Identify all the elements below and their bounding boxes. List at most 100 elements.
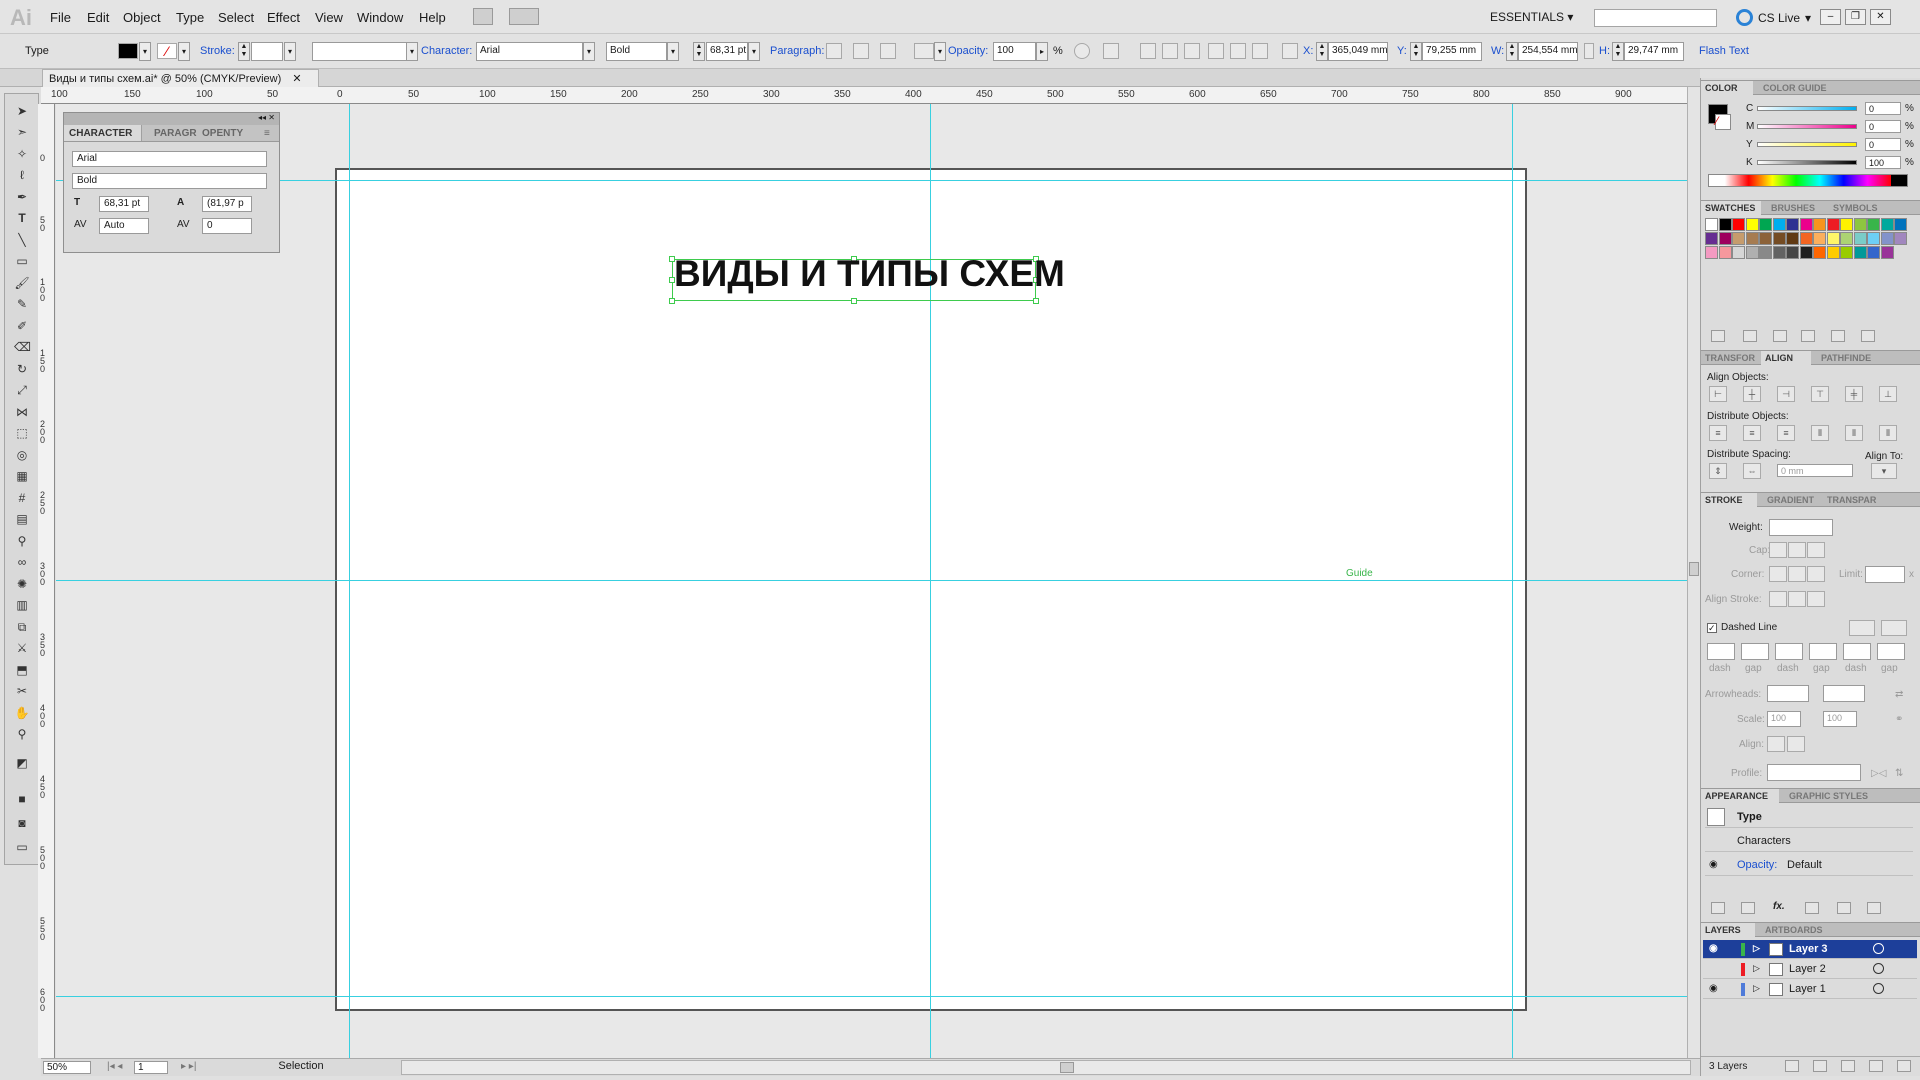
stroke-swatch[interactable]: ⁄ [1715, 114, 1731, 130]
document-tab[interactable]: Виды и типы схем.ai* @ 50% (CMYK/Preview… [42, 69, 319, 87]
tab-align[interactable]: ALIGN [1761, 351, 1811, 365]
panel-titlebar[interactable]: ◂◂ ✕ [64, 113, 279, 125]
color-swatch[interactable] [1826, 246, 1840, 259]
yellow-input[interactable]: 0 [1865, 138, 1901, 151]
layer-name[interactable]: Layer 2 [1789, 963, 1826, 975]
color-mode-icon[interactable]: ■ [14, 792, 30, 806]
color-swatch[interactable] [1880, 232, 1894, 245]
vertical-scrollbar[interactable] [1687, 87, 1700, 1058]
swatch-options-icon[interactable] [1773, 330, 1787, 342]
color-swatch[interactable] [1705, 218, 1718, 231]
start-arrowhead-select[interactable] [1767, 685, 1809, 702]
color-swatch[interactable] [1718, 232, 1732, 245]
target-circle-icon[interactable] [1873, 983, 1884, 994]
close-button[interactable]: ✕ [1870, 9, 1891, 25]
align-left-edges-icon[interactable] [1140, 43, 1156, 59]
color-swatch[interactable] [1732, 218, 1745, 231]
color-swatch[interactable] [1894, 232, 1907, 245]
column-graph-tool-icon[interactable]: ▥ [14, 598, 30, 612]
align-hcenter-icon[interactable]: ┼ [1743, 386, 1761, 402]
guide-vertical[interactable] [1512, 104, 1513, 1058]
cyan-slider[interactable] [1757, 106, 1857, 111]
tab-symbols[interactable]: SYMBOLS [1829, 201, 1882, 215]
distribute-right-icon[interactable]: ⫴ [1879, 425, 1897, 441]
color-swatch[interactable] [1813, 218, 1826, 231]
cs-live[interactable]: CS Live ▾ [1736, 9, 1811, 26]
free-transform-tool-icon[interactable]: ⬚ [14, 426, 30, 440]
weight-input[interactable] [1769, 519, 1833, 536]
align-center-icon[interactable] [853, 43, 869, 59]
restore-button[interactable]: ❐ [1845, 9, 1866, 25]
fill-color-swatch[interactable] [118, 43, 138, 59]
color-swatch[interactable] [1732, 232, 1745, 245]
color-swatch[interactable] [1853, 218, 1867, 231]
color-swatch[interactable] [1880, 218, 1894, 231]
gap-input[interactable] [1809, 643, 1837, 660]
delete-layer-icon[interactable] [1897, 1060, 1911, 1072]
color-swatch[interactable] [1799, 218, 1813, 231]
font-family-input[interactable]: Arial [476, 42, 583, 61]
add-new-effect-icon[interactable]: fx. [1773, 901, 1785, 912]
delete-item-icon[interactable] [1867, 902, 1881, 914]
make-clipping-mask-icon[interactable] [1813, 1060, 1827, 1072]
locate-object-icon[interactable] [1785, 1060, 1799, 1072]
miter-join-icon[interactable] [1769, 566, 1787, 582]
font-style-input[interactable]: Bold [606, 42, 667, 61]
document-setup-icon[interactable] [1103, 43, 1119, 59]
font-style-field[interactable]: Bold [72, 173, 267, 189]
layer-row[interactable]: ◉ ▷ Layer 3 [1703, 940, 1917, 959]
stroke-weight-input[interactable] [251, 42, 283, 61]
yellow-slider[interactable] [1757, 142, 1857, 147]
color-spectrum[interactable] [1708, 174, 1908, 187]
color-swatch[interactable] [1745, 218, 1759, 231]
clear-appearance-icon[interactable] [1805, 902, 1819, 914]
resize-handle[interactable] [1033, 298, 1039, 304]
lasso-tool-icon[interactable]: ℓ [14, 168, 30, 182]
rotate-tool-icon[interactable]: ↻ [14, 362, 30, 376]
visibility-eye-icon[interactable]: ◉ [1709, 859, 1718, 870]
zoom-tool-icon[interactable]: ⚲ [14, 727, 30, 741]
start-scale-input[interactable]: 100 [1767, 711, 1801, 727]
vertical-spacing-icon[interactable]: ⇕ [1709, 463, 1727, 479]
menu-view[interactable]: View [315, 10, 343, 25]
minimize-button[interactable]: – [1820, 9, 1841, 25]
profile-select[interactable] [1767, 764, 1861, 781]
color-swatch[interactable] [1786, 246, 1799, 259]
layer-row[interactable]: ▷ Layer 2 [1703, 960, 1917, 979]
y-input[interactable]: 79,255 mm [1422, 42, 1482, 61]
h-label[interactable]: H: [1599, 45, 1610, 57]
tab-swatches[interactable]: SWATCHES [1701, 201, 1761, 215]
width-tool-icon[interactable]: ⋈ [14, 405, 30, 419]
bridge-icon[interactable] [473, 8, 493, 25]
draw-mode-icon[interactable]: ◙ [14, 816, 30, 830]
vertical-ruler[interactable]: 0 50 100 150 200 250 300 350 400 450 500… [38, 104, 55, 1058]
round-join-icon[interactable] [1788, 566, 1806, 582]
color-swatch[interactable] [1840, 246, 1853, 259]
new-color-group-icon[interactable] [1801, 330, 1815, 342]
tab-character[interactable]: CHARACTER [64, 125, 142, 141]
color-swatch[interactable] [1867, 246, 1880, 259]
menu-edit[interactable]: Edit [87, 10, 109, 25]
stroke-weight-dropdown[interactable]: ▾ [284, 42, 296, 61]
dash-input[interactable] [1843, 643, 1871, 660]
font-family-dropdown[interactable]: ▾ [583, 42, 595, 61]
width-input[interactable]: 254,554 mm [1518, 42, 1578, 61]
y-stepper[interactable]: ▲ ▼ [1410, 42, 1422, 61]
kerning-field[interactable]: Auto [99, 218, 149, 234]
color-swatch[interactable] [1826, 218, 1840, 231]
align-horizontal-center-icon[interactable] [1162, 43, 1178, 59]
swatch-kinds-icon[interactable] [1743, 330, 1757, 342]
color-swatch[interactable] [1786, 218, 1799, 231]
flip-across-icon[interactable]: ⇅ [1895, 768, 1903, 779]
color-swatch[interactable] [1759, 246, 1772, 259]
color-swatch[interactable] [1880, 246, 1894, 259]
align-top-icon[interactable]: ⊤ [1811, 386, 1829, 402]
tab-transparency[interactable]: TRANSPAR [1823, 493, 1880, 507]
projecting-cap-icon[interactable] [1807, 542, 1825, 558]
align-stroke-center-icon[interactable] [1769, 591, 1787, 607]
fill-stroke-icon[interactable]: ◩ [14, 756, 30, 770]
target-circle-icon[interactable] [1873, 963, 1884, 974]
tab-transform[interactable]: TRANSFOR [1701, 351, 1759, 365]
eraser-tool-icon[interactable]: ⌫ [14, 340, 31, 354]
tab-brushes[interactable]: BRUSHES [1767, 201, 1819, 215]
